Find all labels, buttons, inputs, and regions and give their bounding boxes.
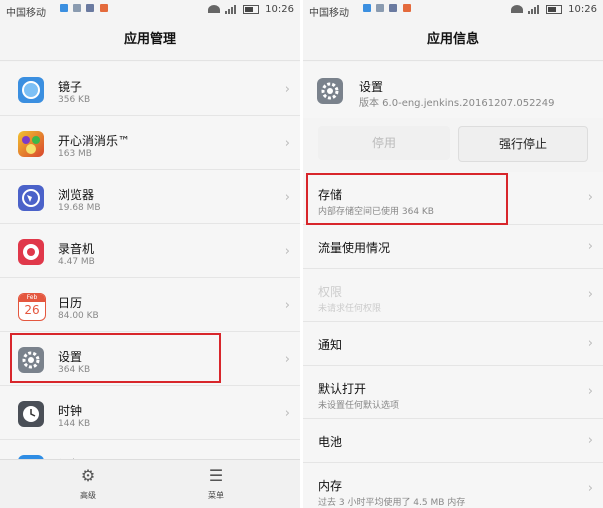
disable-button: 停用 xyxy=(318,126,450,160)
gear-icon: ⚙ xyxy=(80,466,96,485)
row-subtitle: 过去 3 小时平均使用了 4.5 MB 内存 xyxy=(318,498,466,508)
app-row-mirror[interactable]: 镜子 356 KB › xyxy=(0,62,300,116)
battery-icon xyxy=(545,4,562,14)
permissions-row: 权限 未请求任何权限 › xyxy=(303,269,603,322)
row-title: 默认打开 xyxy=(318,382,367,396)
notification-icon xyxy=(389,4,398,12)
chevron-right-icon: › xyxy=(587,481,593,496)
app-size: 84.00 KB xyxy=(58,311,99,321)
chevron-right-icon: › xyxy=(284,352,290,367)
chevron-right-icon: › xyxy=(587,190,593,205)
page-title: 应用管理 xyxy=(0,20,300,61)
signal-icon xyxy=(527,4,540,14)
app-row-game[interactable]: 开心消消乐™ 163 MB › xyxy=(0,116,300,170)
app-info-screen: 中国移动 10:26 应用信息 设置 版本 6.0-eng.jenkins.20… xyxy=(303,0,603,508)
chevron-right-icon: › xyxy=(284,190,290,205)
force-stop-button[interactable]: 强行停止 xyxy=(458,126,588,162)
settings-icon xyxy=(317,78,343,104)
chevron-right-icon: › xyxy=(587,239,593,254)
advanced-label: 高级 xyxy=(80,491,96,500)
app-size: 144 KB xyxy=(58,419,91,429)
notification-icon xyxy=(86,4,95,12)
wifi-icon xyxy=(207,5,220,13)
chevron-right-icon: › xyxy=(587,433,593,448)
app-management-screen: 中国移动 10:26 应用管理 镜子 356 KB › 开心消消乐™ 163 M… xyxy=(0,0,300,508)
row-subtitle: 未设置任何默认选项 xyxy=(318,401,400,411)
row-title: 权限 xyxy=(318,285,343,299)
app-name: 设置 xyxy=(359,80,384,94)
clock-time: 10:26 xyxy=(265,4,294,15)
chevron-right-icon: › xyxy=(587,287,593,302)
action-buttons: 停用 强行停止 xyxy=(303,118,603,173)
chevron-right-icon: › xyxy=(587,336,593,351)
notification-icons xyxy=(60,4,110,15)
clock-icon xyxy=(18,401,44,427)
chevron-right-icon: › xyxy=(587,384,593,399)
menu-icon: ☰ xyxy=(208,466,224,485)
notifications-row[interactable]: 通知 › xyxy=(303,322,603,366)
menu-button[interactable]: ☰ 菜单 xyxy=(186,466,246,501)
app-name: 开心消消乐™ xyxy=(58,134,131,148)
app-version: 版本 6.0-eng.jenkins.20161207.052249 xyxy=(359,98,555,109)
battery-row[interactable]: 电池 › xyxy=(303,419,603,463)
page-title: 应用信息 xyxy=(303,20,603,61)
clock-time: 10:26 xyxy=(568,4,597,15)
app-size: 163 MB xyxy=(58,149,92,159)
wifi-icon xyxy=(510,5,523,13)
chevron-right-icon: › xyxy=(284,298,290,313)
row-subtitle: 未请求任何权限 xyxy=(318,304,382,314)
memory-row[interactable]: 内存 过去 3 小时平均使用了 4.5 MB 内存 › xyxy=(303,463,603,508)
carrier-label: 中国移动 xyxy=(309,8,349,19)
notification-icon xyxy=(60,4,68,12)
carrier-label: 中国移动 xyxy=(6,8,46,19)
chevron-right-icon: › xyxy=(284,136,290,151)
chevron-right-icon: › xyxy=(284,406,290,421)
highlight-box xyxy=(306,173,508,225)
data-usage-row[interactable]: 流量使用情况 › xyxy=(303,225,603,269)
row-title: 流量使用情况 xyxy=(318,241,391,255)
row-title: 电池 xyxy=(318,435,343,449)
status-bar: 中国移动 10:26 xyxy=(0,0,300,20)
open-by-default-row[interactable]: 默认打开 未设置任何默认选项 › xyxy=(303,366,603,419)
app-name: 时钟 xyxy=(58,404,83,418)
battery-icon xyxy=(242,4,259,14)
app-name: 日历 xyxy=(58,296,83,310)
chevron-right-icon: › xyxy=(284,244,290,259)
recorder-icon xyxy=(18,239,44,265)
signal-icon xyxy=(224,4,237,14)
app-name: 浏览器 xyxy=(58,188,95,202)
notification-icon xyxy=(73,4,82,12)
app-name: 镜子 xyxy=(58,80,83,94)
notification-icon xyxy=(402,4,411,12)
app-list: 镜子 356 KB › 开心消消乐™ 163 MB › 浏览器 19.68 MB… xyxy=(0,62,300,494)
app-header: 设置 版本 6.0-eng.jenkins.20161207.052249 xyxy=(303,62,603,118)
highlight-box xyxy=(10,333,221,383)
notification-icon xyxy=(363,4,371,12)
game-icon xyxy=(18,131,44,157)
chevron-right-icon: › xyxy=(284,82,290,97)
advanced-button[interactable]: ⚙ 高级 xyxy=(58,466,118,501)
app-size: 19.68 MB xyxy=(58,203,101,213)
notification-icons xyxy=(363,4,413,15)
browser-icon xyxy=(18,185,44,211)
calendar-icon: Feb 26 xyxy=(18,293,46,321)
mirror-icon xyxy=(18,77,44,103)
notification-icon xyxy=(376,4,385,12)
app-size: 356 KB xyxy=(58,95,91,105)
row-title: 通知 xyxy=(318,338,343,352)
bottom-toolbar: ⚙ 高级 ☰ 菜单 xyxy=(0,459,300,508)
status-bar: 中国移动 10:26 xyxy=(303,0,603,20)
row-title: 内存 xyxy=(318,479,343,493)
notification-icon xyxy=(99,4,108,12)
app-row-clock[interactable]: 时钟 144 KB › xyxy=(0,386,300,440)
app-row-calendar[interactable]: Feb 26 日历 84.00 KB › xyxy=(0,278,300,332)
app-size: 4.47 MB xyxy=(58,257,95,267)
app-name: 录音机 xyxy=(58,242,95,256)
app-row-browser[interactable]: 浏览器 19.68 MB › xyxy=(0,170,300,224)
app-row-recorder[interactable]: 录音机 4.47 MB › xyxy=(0,224,300,278)
menu-label: 菜单 xyxy=(208,491,224,500)
